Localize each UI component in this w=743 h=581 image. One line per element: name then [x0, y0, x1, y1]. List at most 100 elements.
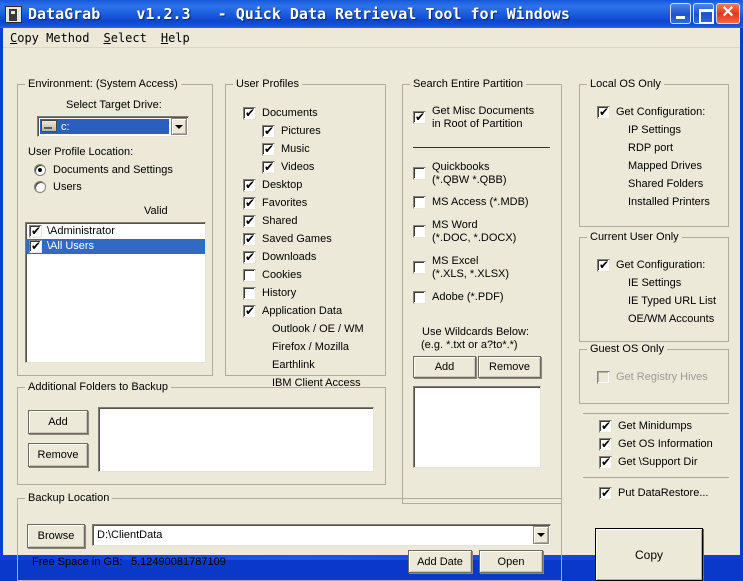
target-drive-dropdown-button[interactable] — [171, 118, 187, 135]
checkbox-box — [413, 196, 426, 209]
backup-path-combo[interactable]: D:\ClientData — [92, 524, 551, 546]
checkbox-pictures[interactable] — [262, 125, 275, 138]
browse-button[interactable]: Browse — [27, 524, 85, 548]
checkbox-saved-games[interactable] — [243, 233, 256, 246]
backup-path-dropdown-button[interactable] — [533, 526, 549, 544]
checkbox-local-os-get-configuration[interactable] — [597, 106, 610, 119]
menu-select[interactable]: Select — [96, 31, 153, 45]
target-drive-combo[interactable]: c: — [37, 116, 189, 137]
label-get-support-dir: Get \Support Dir — [618, 456, 698, 468]
checkbox-box — [597, 371, 610, 384]
check-icon — [599, 260, 608, 270]
label-get-os-information: Get OS Information — [618, 438, 713, 450]
add-date-button[interactable]: Add Date — [408, 550, 472, 573]
checkbox-downloads[interactable] — [243, 251, 256, 264]
chevron-down-icon — [537, 533, 545, 537]
profiles-listbox[interactable]: \Administrator \All Users — [25, 222, 206, 363]
label-wildcard-hint-1: Use Wildcards Below: — [422, 326, 529, 338]
label-oe-wm-accounts: OE/WM Accounts — [628, 313, 715, 325]
label-downloads: Downloads — [262, 251, 317, 263]
check-icon — [245, 108, 254, 118]
divider — [583, 477, 729, 478]
check-icon — [245, 198, 254, 208]
checkbox-favorites[interactable] — [243, 197, 256, 210]
profile-checkbox-administrator[interactable] — [29, 225, 42, 238]
group-guest-os-only: Guest OS Only Get Registry Hives — [579, 343, 729, 404]
label-pictures: Pictures — [281, 125, 321, 137]
checkbox-ms-word[interactable] — [413, 225, 426, 238]
list-item[interactable]: \Administrator — [26, 224, 205, 239]
checkbox-ms-excel[interactable] — [413, 261, 426, 274]
menu-help[interactable]: Help — [154, 31, 197, 45]
open-button[interactable]: Open — [479, 550, 543, 573]
wildcard-listbox[interactable] — [413, 386, 541, 468]
maximize-button[interactable] — [693, 3, 714, 24]
free-space-value: 5.12490081787109 — [131, 556, 226, 568]
group-current-user-only: Current User Only Get Configuration: IE … — [579, 231, 729, 342]
checkbox-ms-access[interactable] — [413, 196, 426, 209]
checkbox-get-minidumps[interactable] — [599, 420, 612, 433]
minimize-button[interactable] — [670, 3, 691, 24]
checkbox-current-user-get-configuration[interactable] — [597, 259, 610, 272]
label-application-data: Application Data — [262, 305, 343, 317]
checkbox-get-os-information[interactable] — [599, 438, 612, 451]
check-icon — [31, 226, 40, 236]
wildcard-add-label: Add — [434, 361, 455, 373]
menu-copy-method[interactable]: Copy Method — [3, 31, 96, 45]
checkbox-cookies[interactable] — [243, 269, 256, 282]
profile-checkbox-all-users[interactable] — [29, 240, 42, 253]
close-button[interactable]: ✕ — [716, 3, 740, 24]
radio-users[interactable] — [34, 181, 47, 194]
label-get-misc-documents-line1: Get Misc Documents — [432, 105, 535, 117]
label-wildcard-hint-2: (e.g. *.txt or a?to*.*) — [421, 339, 518, 351]
checkbox-desktop[interactable] — [243, 179, 256, 192]
checkbox-get-support-dir[interactable] — [599, 456, 612, 469]
radio-documents-and-settings[interactable] — [34, 164, 47, 177]
label-adobe: Adobe (*.PDF) — [432, 291, 504, 303]
copy-button-label: Copy — [634, 547, 663, 562]
select-target-drive-label: Select Target Drive: — [66, 99, 162, 111]
label-ms-word-line2: (*.DOC, *.DOCX) — [432, 232, 517, 244]
label-ie-typed-url-list: IE Typed URL List — [628, 295, 717, 307]
additional-folders-remove-button[interactable]: Remove — [28, 443, 88, 467]
checkbox-music[interactable] — [262, 143, 275, 156]
label-quickbooks-line2: (*.QBW *.QBB) — [432, 174, 507, 186]
checkbox-put-datarestore[interactable] — [599, 487, 612, 500]
checkbox-application-data[interactable] — [243, 305, 256, 318]
group-environment-title: Environment: (System Access) — [25, 78, 181, 90]
menu-bar: Copy Method Select Help — [3, 28, 740, 48]
label-mapped-drives: Mapped Drives — [628, 160, 702, 172]
list-item[interactable]: \All Users — [26, 239, 205, 254]
client-area: Copy Method Select Help Environment: (Sy… — [3, 28, 740, 581]
additional-folders-listbox[interactable] — [98, 407, 374, 472]
checkbox-quickbooks[interactable] — [413, 167, 426, 180]
check-icon — [245, 306, 254, 316]
wildcard-remove-label: Remove — [489, 361, 530, 373]
label-ie-settings: IE Settings — [628, 277, 682, 289]
group-local-os-only: Local OS Only Get Configuration: IP Sett… — [579, 78, 729, 227]
group-user-profiles-title: User Profiles — [233, 78, 302, 90]
checkbox-shared[interactable] — [243, 215, 256, 228]
group-environment: Environment: (System Access) Select Targ… — [17, 78, 213, 376]
label-installed-printers: Installed Printers — [628, 196, 710, 208]
additional-folders-add-button[interactable]: Add — [28, 410, 88, 434]
label-videos: Videos — [281, 161, 315, 173]
checkbox-get-misc-documents[interactable] — [413, 111, 426, 124]
additional-folders-add-label: Add — [48, 416, 68, 428]
group-additional-folders-title: Additional Folders to Backup — [25, 381, 172, 393]
label-put-datarestore: Put DataRestore... — [618, 487, 709, 499]
checkbox-box — [243, 287, 256, 300]
label-cookies: Cookies — [262, 269, 302, 281]
wildcard-remove-button[interactable]: Remove — [478, 356, 541, 378]
checkbox-adobe[interactable] — [413, 291, 426, 304]
checkbox-get-registry-hives — [597, 371, 610, 384]
wildcard-add-button[interactable]: Add — [413, 356, 476, 378]
check-icon — [245, 252, 254, 262]
check-icon — [601, 488, 610, 498]
checkbox-documents[interactable] — [243, 107, 256, 120]
label-ms-access: MS Access (*.MDB) — [432, 196, 529, 208]
checkbox-videos[interactable] — [262, 161, 275, 174]
copy-button[interactable]: Copy — [595, 528, 703, 581]
checkbox-history[interactable] — [243, 287, 256, 300]
group-backup-location: Backup Location Browse D:\ClientData Fre… — [17, 492, 562, 581]
